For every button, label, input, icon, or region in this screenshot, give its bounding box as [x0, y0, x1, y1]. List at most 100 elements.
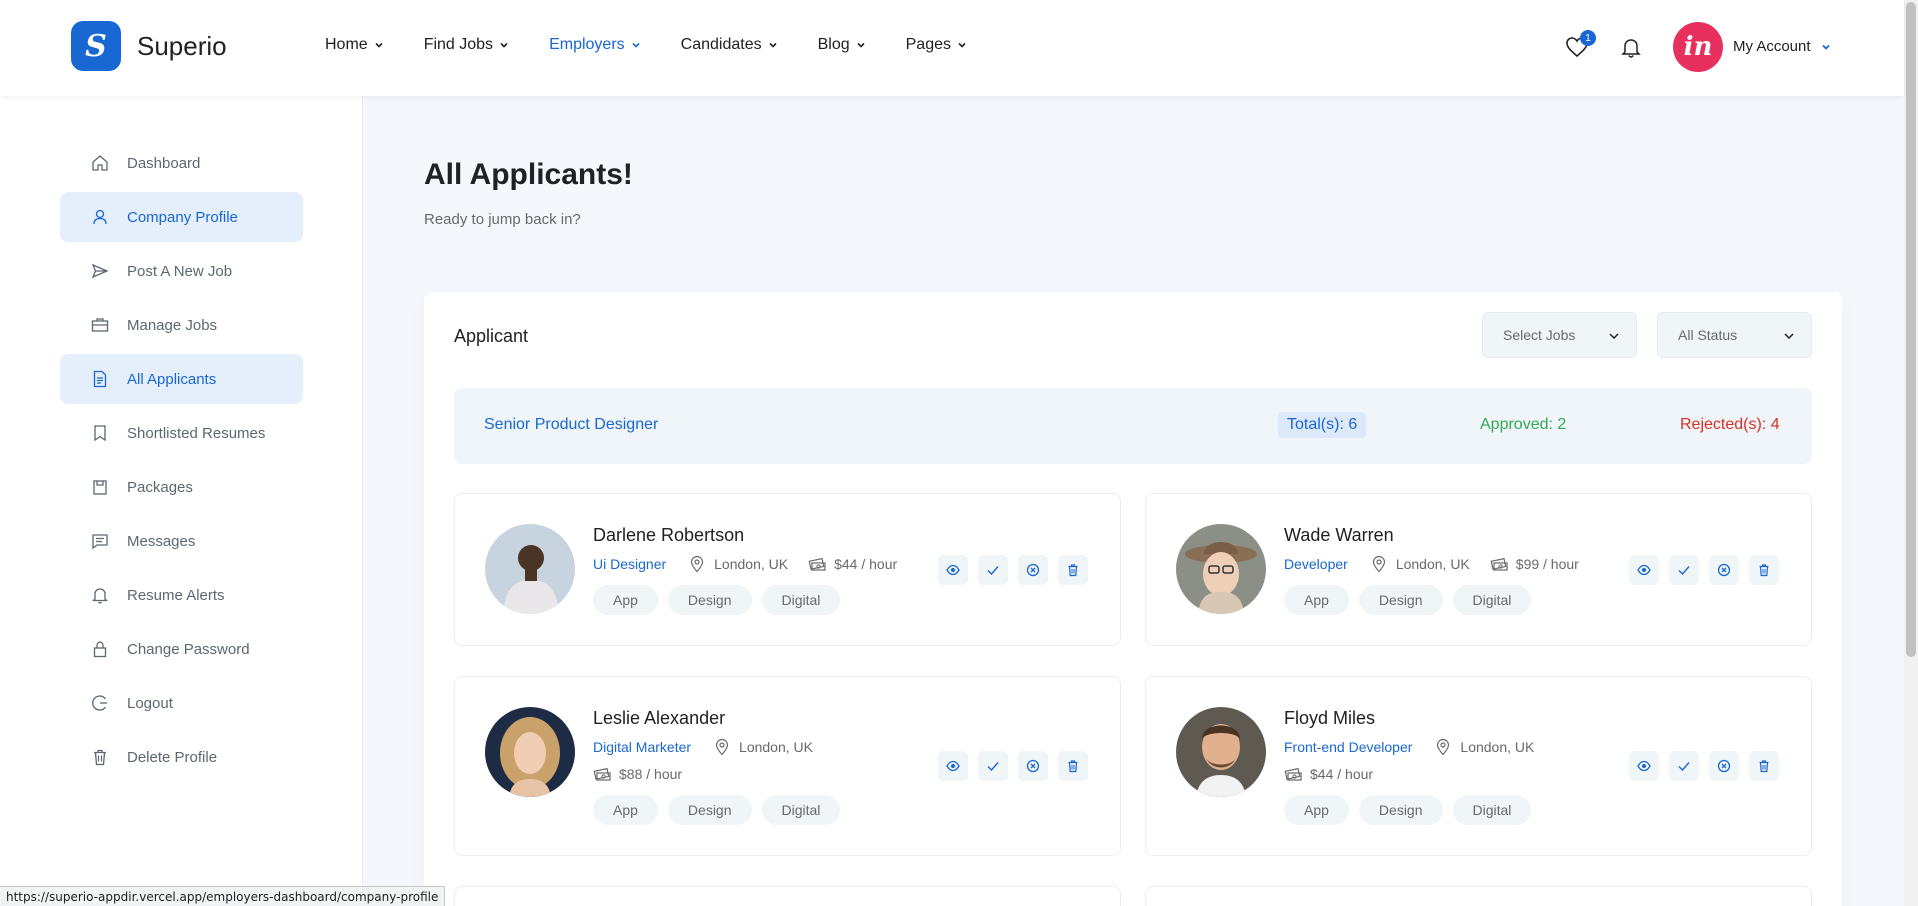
tag-design[interactable]: Design [667, 585, 752, 615]
account-avatar[interactable]: in [1673, 22, 1723, 72]
applicant-avatar[interactable] [1176, 524, 1266, 614]
nav-item-find-jobs[interactable]: Find Jobs [424, 36, 509, 54]
eye-icon [1637, 564, 1651, 576]
sidebar-item-label: Dashboard [127, 154, 201, 172]
applicant-name[interactable]: Leslie Alexander [593, 708, 725, 729]
tag-digital[interactable]: Digital [761, 585, 841, 615]
sidebar-item-resume-alerts[interactable]: Resume Alerts [60, 570, 303, 620]
reject-button[interactable] [1018, 555, 1048, 585]
superio-logo-icon: S [71, 21, 121, 71]
approved-count[interactable]: Approved: 2 [1480, 416, 1566, 434]
tag-app[interactable]: App [1284, 585, 1349, 615]
account-menu[interactable]: My Account [1733, 38, 1831, 55]
applicant-card: Wade Warren Developer London, UK $99 / h… [1145, 493, 1812, 646]
applicant-card [1145, 886, 1812, 906]
applicant-rate: $44 / hour [1284, 765, 1373, 783]
nav-label: Candidates [680, 36, 762, 53]
sidebar-item-shortlisted-resumes[interactable]: Shortlisted Resumes [60, 408, 303, 458]
sidebar-item-change-password[interactable]: Change Password [60, 624, 303, 674]
nav-item-home[interactable]: Home [325, 36, 384, 54]
nav-label: Employers [549, 36, 625, 53]
sidebar-item-manage-jobs[interactable]: Manage Jobs [60, 300, 303, 350]
sidebar-item-label: Packages [127, 478, 193, 496]
nav-item-employers[interactable]: Employers [549, 36, 641, 54]
delete-button[interactable] [1749, 751, 1779, 781]
nav-item-blog[interactable]: Blog [818, 36, 866, 54]
total-count-badge[interactable]: Total(s): 6 [1278, 412, 1367, 438]
applicant-avatar[interactable] [485, 707, 575, 797]
logout-icon [92, 695, 107, 711]
nav-item-pages[interactable]: Pages [906, 36, 967, 54]
view-button[interactable] [938, 555, 968, 585]
delete-button[interactable] [1058, 751, 1088, 781]
sidebar-item-company-profile[interactable]: Company Profile [60, 192, 303, 242]
approve-button[interactable] [978, 751, 1008, 781]
money-icon [1284, 767, 1302, 781]
applicant-name[interactable]: Floyd Miles [1284, 708, 1375, 729]
applicant-avatar[interactable] [1176, 707, 1266, 797]
sidebar-item-all-applicants[interactable]: All Applicants [60, 354, 303, 404]
close-circle-icon [1717, 563, 1731, 577]
eye-icon [1637, 760, 1651, 772]
select-status-dropdown[interactable]: All Status [1657, 312, 1812, 358]
tag-design[interactable]: Design [667, 795, 752, 825]
rate-text: $44 / hour [1310, 766, 1374, 782]
view-button[interactable] [1629, 555, 1659, 585]
applicant-actions [928, 555, 1088, 585]
tag-digital[interactable]: Digital [1452, 795, 1532, 825]
applicant-name[interactable]: Darlene Robertson [593, 525, 744, 546]
sidebar-item-delete-profile[interactable]: Delete Profile [60, 732, 303, 782]
view-button[interactable] [1629, 751, 1659, 781]
brand-logo[interactable]: S Superio [71, 21, 227, 71]
rate-text: $88 / hour [619, 766, 683, 782]
sidebar-item-label: Post A New Job [127, 262, 233, 280]
sidebar: Dashboard Company Profile Post A New Job… [0, 96, 363, 906]
rejected-count[interactable]: Rejected(s): 4 [1680, 416, 1780, 434]
tag-design[interactable]: Design [1358, 585, 1443, 615]
sidebar-item-post-job[interactable]: Post A New Job [60, 246, 303, 296]
bell-icon[interactable] [1620, 36, 1642, 58]
applicant-rate: $44 / hour [808, 555, 897, 573]
applicant-actions [1619, 751, 1779, 781]
chevron-down-icon [769, 42, 777, 48]
approve-button[interactable] [1669, 751, 1699, 781]
tag-design[interactable]: Design [1358, 795, 1443, 825]
reject-button[interactable] [1018, 751, 1048, 781]
delete-button[interactable] [1749, 555, 1779, 585]
money-icon [1490, 557, 1508, 571]
view-button[interactable] [938, 751, 968, 781]
map-pin-icon [1372, 555, 1385, 573]
sidebar-item-label: Change Password [127, 640, 250, 658]
check-icon [1678, 762, 1690, 772]
approve-button[interactable] [1669, 555, 1699, 585]
page-scrollbar[interactable] [1904, 0, 1918, 906]
delete-button[interactable] [1058, 555, 1088, 585]
nav-item-candidates[interactable]: Candidates [681, 36, 778, 54]
sidebar-item-dashboard[interactable]: Dashboard [60, 138, 303, 188]
location-text: London, UK [1395, 556, 1470, 572]
applicant-card: Leslie Alexander Digital Marketer London… [454, 676, 1121, 856]
map-pin-icon [1437, 738, 1450, 756]
sidebar-item-messages[interactable]: Messages [60, 516, 303, 566]
tag-app[interactable]: App [593, 585, 658, 615]
tag-app[interactable]: App [1284, 795, 1349, 825]
job-title-link[interactable]: Senior Product Designer [484, 416, 658, 434]
applicant-location: London, UK [1370, 555, 1470, 573]
tag-app[interactable]: App [593, 795, 658, 825]
message-icon [92, 534, 108, 550]
reject-button[interactable] [1709, 751, 1739, 781]
paper-plane-icon [91, 263, 109, 279]
tag-digital[interactable]: Digital [1452, 585, 1532, 615]
sidebar-item-logout[interactable]: Logout [60, 678, 303, 728]
applicant-avatar[interactable] [485, 524, 575, 614]
sidebar-item-packages[interactable]: Packages [60, 462, 303, 512]
approve-button[interactable] [978, 555, 1008, 585]
sidebar-item-label: All Applicants [127, 370, 217, 388]
select-jobs-dropdown[interactable]: Select Jobs [1482, 312, 1637, 358]
scrollbar-thumb[interactable] [1906, 2, 1916, 657]
tag-digital[interactable]: Digital [761, 795, 841, 825]
money-icon [808, 557, 826, 571]
applicant-name[interactable]: Wade Warren [1284, 525, 1394, 546]
reject-button[interactable] [1709, 555, 1739, 585]
applicant-location: London, UK [688, 555, 788, 573]
